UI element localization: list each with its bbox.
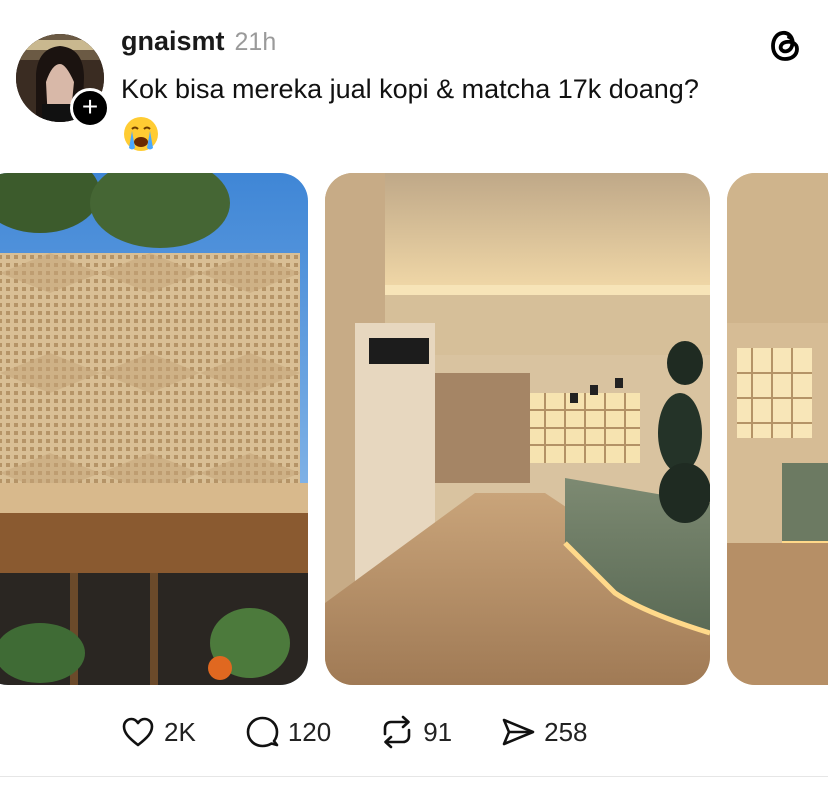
plus-icon: + xyxy=(81,91,99,122)
speech-bubble-icon xyxy=(246,716,279,748)
repost-button[interactable]: 91 xyxy=(379,714,452,750)
repost-icon xyxy=(383,715,411,749)
post-divider xyxy=(0,776,828,777)
heart-icon xyxy=(122,717,154,747)
like-button[interactable]: 2K xyxy=(120,714,196,750)
reply-count: 120 xyxy=(287,716,332,747)
post-actions: 2K 120 91 258 xyxy=(120,712,636,752)
like-count: 2K xyxy=(164,716,196,747)
building-facade-photo[interactable] xyxy=(0,173,308,685)
repost-count: 91 xyxy=(423,716,453,747)
cafe-interior-photo-partial[interactable] xyxy=(727,173,828,685)
post-time: 21h xyxy=(234,28,277,56)
threads-logo-icon[interactable] xyxy=(768,26,802,64)
post-text: Kok bisa mereka jual kopi & matcha 17k d… xyxy=(121,74,699,104)
follow-button[interactable]: + xyxy=(70,88,110,128)
username[interactable]: gnaismt xyxy=(121,26,225,57)
reply-button[interactable]: 120 xyxy=(244,714,331,750)
image-carousel[interactable] xyxy=(0,173,828,685)
send-icon xyxy=(502,718,535,746)
crying-face-emoji xyxy=(121,114,161,154)
share-button[interactable]: 258 xyxy=(500,714,588,750)
cafe-interior-photo[interactable] xyxy=(325,173,710,685)
share-count: 258 xyxy=(544,716,588,747)
post-header: gnaismt 21h xyxy=(121,26,276,66)
